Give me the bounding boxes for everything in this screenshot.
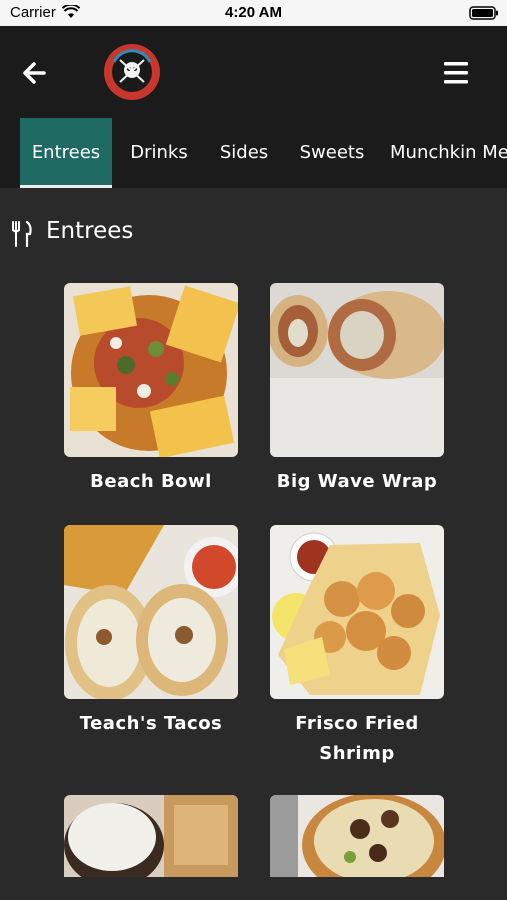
hamburger-menu-icon	[444, 62, 468, 84]
menu-item-image	[270, 795, 444, 877]
app-header	[0, 26, 507, 118]
menu-item-image	[64, 795, 238, 877]
teachs-tacos-image	[64, 525, 238, 699]
big-wave-wrap-image	[270, 283, 444, 457]
menu-item-card[interactable]: Frisco Fried Shrimp	[270, 525, 444, 769]
beach-bowl-image	[64, 283, 238, 457]
menu-item-card[interactable]	[64, 795, 238, 887]
menu-item-card[interactable]: Big Wave Wrap	[270, 283, 444, 497]
frisco-fried-shrimp-image	[270, 525, 444, 699]
menu-item-card[interactable]: Teach's Tacos	[64, 525, 238, 739]
menu-item-name: Teach's Tacos	[79, 713, 223, 734]
menu-item-name: Beach Bowl	[90, 471, 212, 492]
menu-button[interactable]	[440, 58, 472, 88]
restaurant-logo	[104, 44, 160, 100]
status-time: 4:20 AM	[225, 4, 282, 21]
tab-munchkin-menu[interactable]: Munchkin Menu	[390, 118, 507, 188]
menu-item-name: Frisco Fried Shrimp	[295, 713, 419, 764]
menu-item-card[interactable]	[270, 795, 444, 887]
battery-icon	[469, 6, 499, 20]
status-bar: Carrier 4:20 AM	[0, 0, 507, 26]
fork-knife-icon	[12, 220, 32, 248]
tab-sides[interactable]: Sides	[214, 118, 274, 188]
back-button[interactable]	[18, 56, 52, 90]
menu-item-card[interactable]: Beach Bowl	[64, 283, 238, 497]
tab-drinks[interactable]: Drinks	[126, 118, 192, 188]
tab-entrees[interactable]: Entrees	[20, 118, 112, 188]
menu-item-name: Big Wave Wrap	[276, 471, 438, 492]
category-tabs: Entrees Drinks Sides Sweets Munchkin Men…	[0, 118, 507, 188]
section-title: Entrees	[46, 218, 134, 244]
arrow-left-icon	[23, 62, 46, 84]
tab-sweets[interactable]: Sweets	[296, 118, 368, 188]
